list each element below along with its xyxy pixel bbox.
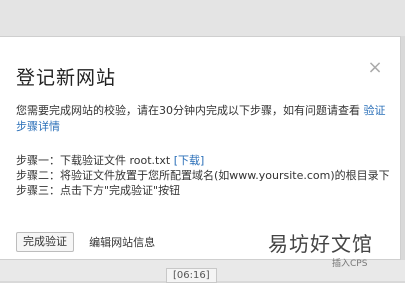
step-1: 步骤一：下载验证文件 root.txt [下载] xyxy=(16,153,392,168)
dialog-title: 登记新网站 xyxy=(16,67,117,89)
complete-verification-button[interactable]: 完成验证 xyxy=(16,231,74,252)
edit-site-info-link[interactable]: 编辑网站信息 xyxy=(89,234,155,250)
watermark-text: 易坊好文馆 xyxy=(268,232,373,256)
watermark-subtext: 插入CPS xyxy=(332,259,368,269)
step-2: 步骤二：将验证文件放置于您所配置域名(如www.yoursite.com)的根目… xyxy=(16,169,390,182)
dialog-description: 您需要完成网站的校验，请在30分钟内完成以下步骤，如有问题请查看 验证步骤详情 xyxy=(16,103,392,135)
page-backdrop xyxy=(0,0,405,36)
steps-list: 步骤一：下载验证文件 root.txt [下载] 步骤二：将验证文件放置于您所配… xyxy=(16,153,392,198)
dialog-actions: 完成验证 编辑网站信息 xyxy=(16,231,155,253)
step-1-text: 步骤一：下载验证文件 root.txt xyxy=(16,154,171,167)
close-icon[interactable]: × xyxy=(366,59,384,77)
step-3: 步骤三：点击下方"完成验证"按钮 xyxy=(16,184,181,197)
description-text: 您需要完成网站的校验，请在30分钟内完成以下步骤，如有问题请查看 xyxy=(16,104,360,117)
register-site-dialog: 登记新网站 × 您需要完成网站的校验，请在30分钟内完成以下步骤，如有问题请查看… xyxy=(0,36,401,260)
download-link[interactable]: [下载] xyxy=(174,154,205,167)
